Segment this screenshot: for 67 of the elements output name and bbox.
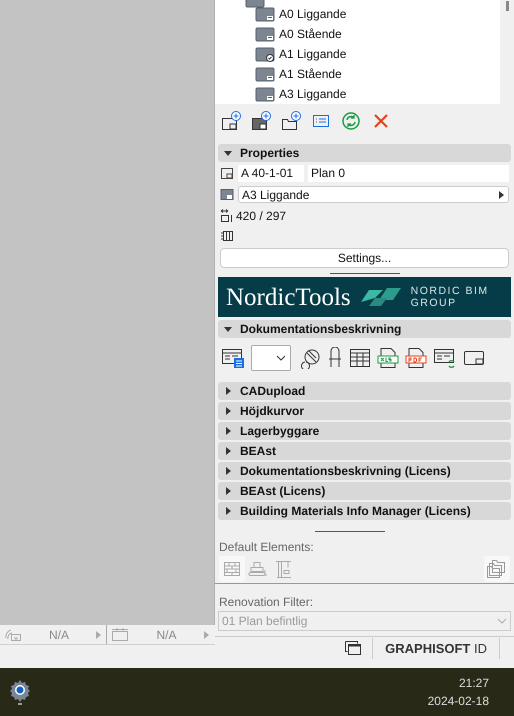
graphisoft-id-link[interactable]: GRAPHISOFT ID — [372, 638, 500, 658]
folders-icon — [486, 558, 508, 578]
tree-item[interactable]: A3 Liggande — [255, 84, 354, 104]
size-text: 420 / 297 — [236, 208, 286, 225]
signal-icon — [4, 628, 22, 642]
size-icon — [220, 209, 234, 223]
expand-triangle-icon — [224, 447, 232, 455]
new-master-icon[interactable] — [251, 111, 271, 131]
expand-triangle-icon — [224, 387, 232, 395]
status-value: N/A — [155, 626, 178, 644]
collapse-triangle-icon — [224, 325, 232, 333]
expand-triangle-icon — [224, 467, 232, 475]
expand-triangle-icon — [224, 407, 232, 415]
expand-triangle-icon — [224, 507, 232, 515]
name-field[interactable]: Plan 0 — [308, 165, 509, 182]
default-elements-label: Default Elements: — [218, 539, 315, 554]
frame-icon — [111, 628, 129, 642]
new-layout-icon[interactable] — [221, 111, 241, 131]
windows-icon[interactable] — [344, 640, 362, 656]
refresh-icon[interactable] — [341, 111, 361, 131]
section-header[interactable]: BEAst — [218, 442, 511, 460]
excel-export-icon[interactable] — [377, 347, 399, 369]
section-header[interactable]: Dokumentationsbeskrivning — [218, 320, 511, 338]
settings-button[interactable]: Settings... — [220, 248, 509, 268]
master-layout-icon — [220, 188, 234, 202]
schedule-icon[interactable] — [349, 347, 371, 369]
tree-item[interactable]: A1 Stående — [255, 64, 354, 84]
brick-wall-icon — [223, 560, 241, 576]
table-list-icon[interactable] — [221, 347, 245, 369]
clock-date: 2024-02-18 — [428, 693, 489, 710]
section-header[interactable]: BEAst (Licens) — [218, 482, 511, 500]
settings-icon[interactable] — [8, 678, 32, 706]
section-header[interactable]: Dokumentationsbeskrivning (Licens) — [218, 462, 511, 480]
layout-icon — [255, 26, 275, 42]
section-header[interactable]: Building Materials Info Manager (Licens) — [218, 502, 511, 520]
folders-button[interactable] — [484, 556, 510, 582]
expand-triangle-icon — [224, 427, 232, 435]
collapse-triangle-icon — [224, 149, 232, 157]
clock-time: 21:27 — [458, 675, 489, 692]
expand-triangle-icon — [224, 487, 232, 495]
master-layout-dropdown[interactable]: A3 Liggande — [238, 186, 509, 203]
scrollbar[interactable] — [500, 0, 514, 104]
section-header[interactable]: CADupload — [218, 382, 511, 400]
tree-item[interactable]: A0 Stående — [255, 24, 354, 44]
submenu-arrow-icon — [499, 190, 505, 198]
new-folder-icon[interactable] — [281, 111, 301, 131]
layout-check-icon — [255, 46, 275, 62]
section-header[interactable]: Lagerbyggare — [218, 422, 511, 440]
logo-icon — [358, 286, 403, 308]
pdf-export-icon[interactable] — [405, 347, 427, 369]
crane-icon — [275, 560, 293, 578]
company-name: NORDIC BIM — [410, 285, 489, 297]
section-header[interactable]: Höjdkurvor — [218, 402, 511, 420]
table-sync-icon[interactable] — [433, 347, 457, 369]
section-header[interactable]: Properties — [218, 144, 511, 162]
id-field[interactable]: A 40-1-01 — [238, 165, 304, 182]
layout-icon — [220, 166, 234, 180]
chevron-down-icon — [497, 618, 507, 624]
bulldozer-icon — [248, 560, 268, 576]
layout-icon — [255, 66, 275, 82]
chevron-down-icon — [276, 355, 286, 361]
company-name: GROUP — [410, 297, 458, 309]
tree-item[interactable]: A0 Liggande — [255, 4, 354, 24]
brand-name: NordicTools — [226, 284, 351, 310]
renovation-filter-label: Renovation Filter: — [218, 594, 314, 609]
tree-item[interactable]: A1 Liggande — [255, 44, 354, 64]
status-value: N/A — [48, 626, 70, 644]
